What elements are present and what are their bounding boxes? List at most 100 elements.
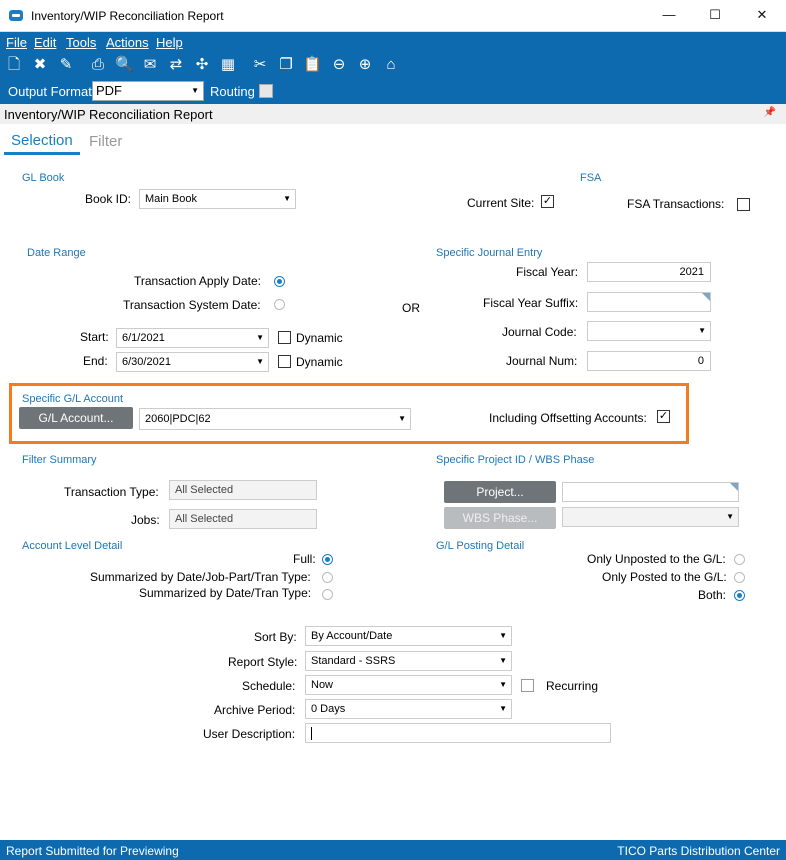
fiscal-year-suffix-field[interactable] — [587, 292, 711, 312]
end-dynamic-label: Dynamic — [296, 355, 343, 369]
gl-account-select[interactable]: 2060|PDC|62 ▼ — [139, 408, 411, 430]
book-id-select[interactable]: Main Book ▼ — [139, 189, 296, 209]
archive-period-value: 0 Days — [311, 703, 346, 715]
close-button[interactable]: ✕ — [747, 4, 777, 26]
fsa-header: FSA — [580, 172, 602, 184]
end-date-field[interactable]: 6/30/2021 ▼ — [116, 352, 269, 372]
full-radio[interactable] — [322, 554, 333, 565]
status-message: Report Submitted for Previewing — [6, 844, 179, 858]
cut-icon[interactable]: ✂ — [251, 56, 269, 74]
maximize-button[interactable]: ☐ — [700, 4, 730, 26]
transaction-type-label: Transaction Type: — [64, 485, 159, 499]
start-date-field[interactable]: 6/1/2021 ▼ — [116, 328, 269, 348]
menu-tools[interactable]: Tools — [66, 35, 96, 50]
transaction-system-date-label: Transaction System Date: — [123, 298, 261, 312]
new-icon[interactable]: 🗋 — [5, 56, 23, 74]
chevron-down-icon: ▼ — [698, 326, 706, 335]
user-description-field[interactable] — [305, 723, 611, 743]
user-description-label: User Description: — [203, 727, 296, 741]
routing-label: Routing — [210, 84, 255, 99]
delete-icon[interactable]: ✖ — [31, 56, 49, 74]
menu-file[interactable]: File — [6, 35, 27, 50]
routing-checkbox[interactable] — [259, 84, 273, 98]
transaction-system-date-radio[interactable] — [274, 299, 285, 310]
tab-selection[interactable]: Selection — [4, 132, 80, 155]
print-preview-icon[interactable]: 🔍 — [115, 56, 134, 74]
fsa-transactions-checkbox[interactable] — [737, 198, 750, 211]
menu-help[interactable]: Help — [156, 35, 183, 50]
fiscal-year-field[interactable]: 2021 — [587, 262, 711, 282]
jobs-field: All Selected — [169, 509, 317, 529]
offsetting-accounts-label: Including Offsetting Accounts: — [489, 411, 647, 425]
summarized-tran-radio[interactable] — [322, 589, 333, 600]
wbs-phase-select[interactable]: ▼ — [562, 507, 739, 527]
tab-bar: Selection Filter — [0, 125, 786, 155]
journal-num-field[interactable]: 0 — [587, 351, 711, 371]
sort-by-value: By Account/Date — [311, 630, 393, 642]
posting-header: G/L Posting Detail — [436, 540, 525, 552]
tab-filter[interactable]: Filter — [89, 133, 122, 150]
sort-by-select[interactable]: By Account/Date ▼ — [305, 626, 512, 646]
chevron-down-icon: ▼ — [256, 357, 264, 366]
attach-icon[interactable]: ⇄ — [167, 56, 185, 74]
minimize-button[interactable]: — — [654, 4, 684, 26]
journal-code-select[interactable]: ▼ — [587, 321, 711, 341]
clear-icon[interactable]: ✎ — [57, 56, 75, 74]
text-cursor — [311, 726, 312, 740]
offsetting-accounts-checkbox[interactable]: ✓ — [657, 410, 670, 423]
email-icon[interactable]: ✉ — [141, 56, 159, 74]
output-format-select[interactable]: PDF ▼ — [92, 81, 204, 101]
end-dynamic-checkbox[interactable] — [278, 355, 291, 368]
gl-book-header: GL Book — [22, 172, 65, 184]
account-level-header: Account Level Detail — [22, 540, 123, 552]
chevron-down-icon: ▼ — [256, 333, 264, 342]
pin-icon[interactable]: 📌 — [764, 107, 776, 118]
summarized-job-part-label: Summarized by Date/Job-Part/Tran Type: — [90, 570, 311, 584]
only-posted-radio[interactable] — [734, 572, 745, 583]
report-style-select[interactable]: Standard - SSRS ▼ — [305, 651, 512, 671]
archive-period-label: Archive Period: — [214, 703, 296, 717]
start-label: Start: — [80, 330, 109, 344]
only-unposted-radio[interactable] — [734, 554, 745, 565]
only-posted-label: Only Posted to the G/L: — [602, 570, 727, 584]
options-icon[interactable]: ✣ — [193, 56, 211, 74]
recurring-checkbox[interactable] — [521, 679, 534, 692]
transaction-type-field: All Selected — [169, 480, 317, 500]
recurring-label: Recurring — [546, 679, 599, 693]
wbs-phase-button[interactable]: WBS Phase... — [444, 507, 556, 529]
summarized-job-part-radio[interactable] — [322, 572, 333, 583]
both-radio[interactable] — [734, 590, 745, 601]
chevron-down-icon: ▼ — [499, 680, 507, 689]
forward-icon[interactable]: ⊕ — [356, 56, 374, 74]
menu-file-label: File — [6, 35, 27, 50]
transaction-apply-date-label: Transaction Apply Date: — [134, 274, 261, 288]
report-icon[interactable]: ▦ — [219, 56, 237, 74]
fsa-transactions-label: FSA Transactions: — [627, 197, 725, 211]
home-icon[interactable]: ⌂ — [382, 56, 400, 74]
or-label: OR — [402, 301, 420, 315]
project-field[interactable] — [562, 482, 739, 502]
copy-icon[interactable]: ❐ — [277, 56, 295, 74]
book-id-value: Main Book — [145, 193, 197, 205]
jobs-label: Jobs: — [131, 513, 160, 527]
paste-icon[interactable]: 📋 — [303, 56, 322, 74]
transaction-apply-date-radio[interactable] — [274, 276, 285, 287]
start-dynamic-checkbox[interactable] — [278, 331, 291, 344]
project-button[interactable]: Project... — [444, 481, 556, 503]
output-format-label: Output Format: — [8, 84, 96, 99]
archive-period-select[interactable]: 0 Days ▼ — [305, 699, 512, 719]
print-icon[interactable]: ⎙ — [89, 56, 107, 74]
chevron-down-icon: ▼ — [283, 194, 291, 203]
sort-by-label: Sort By: — [254, 630, 297, 644]
gl-account-button[interactable]: G/L Account... — [19, 407, 133, 429]
current-site-checkbox[interactable]: ✓ — [541, 195, 554, 208]
menu-help-label: Help — [156, 35, 183, 50]
menu-actions[interactable]: Actions — [106, 35, 149, 50]
journal-header: Specific Journal Entry — [436, 247, 543, 259]
panel-title: Inventory/WIP Reconciliation Report — [4, 107, 213, 122]
back-icon[interactable]: ⊖ — [330, 56, 348, 74]
gl-account-value: 2060|PDC|62 — [145, 413, 211, 425]
schedule-select[interactable]: Now ▼ — [305, 675, 512, 695]
book-id-label: Book ID: — [85, 192, 132, 206]
menu-edit[interactable]: Edit — [34, 35, 56, 50]
